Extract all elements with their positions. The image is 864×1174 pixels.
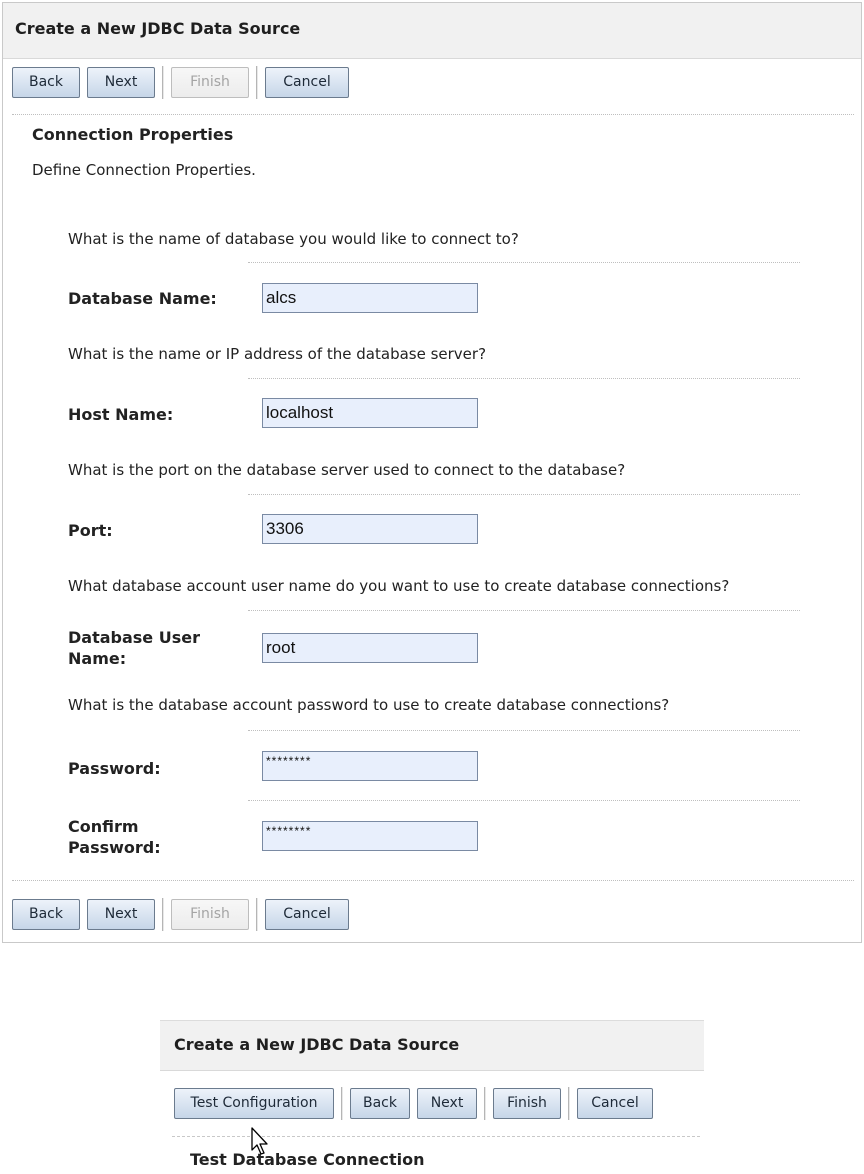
user-name-field[interactable]: root — [262, 633, 478, 663]
divider — [248, 262, 800, 263]
toolbar-separator — [484, 1087, 486, 1120]
divider — [248, 610, 800, 611]
toolbar-separator — [162, 898, 164, 931]
user-name-question: What database account user name do you w… — [68, 577, 730, 595]
test-toolbar: Test Configuration Back Next Finish Cancel — [174, 1087, 660, 1120]
panel-title: Create a New JDBC Data Source — [3, 3, 861, 59]
toolbar-separator — [341, 1087, 343, 1120]
test-configuration-button[interactable]: Test Configuration — [174, 1088, 334, 1119]
port-field[interactable]: 3306 — [262, 514, 478, 544]
next-button[interactable]: Next — [87, 899, 155, 930]
divider — [248, 800, 800, 801]
password-label: Password: — [68, 759, 161, 778]
top-toolbar: Back Next Finish Cancel — [12, 66, 356, 99]
next-button[interactable]: Next — [417, 1088, 477, 1119]
divider — [248, 730, 800, 731]
arrow-cursor-icon — [251, 1127, 268, 1155]
database-name-question: What is the name of database you would l… — [68, 230, 519, 248]
divider — [12, 114, 854, 115]
confirm-password-label-line1: Confirm — [68, 817, 139, 836]
finish-button[interactable]: Finish — [171, 67, 249, 98]
test-panel-title: Create a New JDBC Data Source — [160, 1020, 704, 1071]
toolbar-separator — [256, 898, 258, 931]
divider — [248, 494, 800, 495]
confirm-password-label: Confirm Password: — [68, 816, 161, 858]
toolbar-separator — [162, 66, 164, 99]
finish-button[interactable]: Finish — [493, 1088, 561, 1119]
confirm-password-label-line2: Password: — [68, 838, 161, 857]
bottom-toolbar: Back Next Finish Cancel — [12, 898, 356, 931]
port-question: What is the port on the database server … — [68, 461, 626, 479]
password-field[interactable]: ******** — [262, 751, 478, 781]
back-button[interactable]: Back — [350, 1088, 410, 1119]
cancel-button[interactable]: Cancel — [265, 67, 349, 98]
next-button[interactable]: Next — [87, 67, 155, 98]
cancel-button[interactable]: Cancel — [577, 1088, 653, 1119]
user-name-label: Database User Name: — [68, 627, 200, 669]
confirm-password-field[interactable]: ******** — [262, 821, 478, 851]
toolbar-separator — [256, 66, 258, 99]
database-name-field[interactable]: alcs — [262, 283, 478, 313]
port-label: Port: — [68, 521, 113, 540]
user-name-label-line2: Name: — [68, 649, 127, 668]
host-name-question: What is the name or IP address of the da… — [68, 345, 487, 363]
back-button[interactable]: Back — [12, 899, 80, 930]
toolbar-separator — [568, 1087, 570, 1120]
cancel-button[interactable]: Cancel — [265, 899, 349, 930]
back-button[interactable]: Back — [12, 67, 80, 98]
user-name-label-line1: Database User — [68, 628, 200, 647]
section-title: Connection Properties — [32, 125, 234, 144]
database-name-label: Database Name: — [68, 289, 217, 308]
section-description: Define Connection Properties. — [32, 161, 256, 179]
divider — [248, 378, 800, 379]
host-name-label: Host Name: — [68, 405, 174, 424]
test-section-title: Test Database Connection — [190, 1150, 425, 1169]
finish-button[interactable]: Finish — [171, 899, 249, 930]
divider — [12, 880, 854, 881]
password-question: What is the database account password to… — [68, 696, 670, 714]
host-name-field[interactable]: localhost — [262, 398, 478, 428]
